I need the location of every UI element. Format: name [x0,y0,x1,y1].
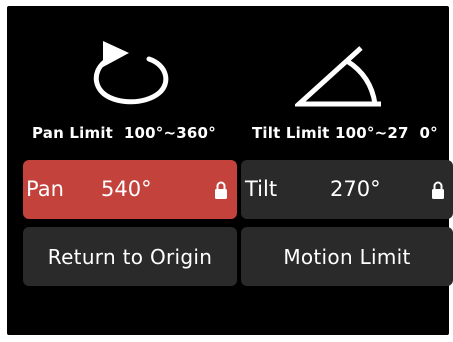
pan-tile[interactable]: Pan 540° [23,160,237,219]
motion-limit-label: Motion Limit [283,245,411,269]
motion-limit-button[interactable]: Motion Limit [241,227,453,286]
tilt-tile[interactable]: Tilt 270° [241,160,453,219]
tilt-limit-label: Tilt Limit 100°~27 0° [252,124,438,142]
pan-tile-value: 540° [101,177,152,201]
tilt-tile-value: 270° [330,177,381,201]
return-to-origin-button[interactable]: Return to Origin [23,227,237,286]
return-to-origin-label: Return to Origin [47,245,213,269]
pan-rotate-icon [93,41,169,105]
pan-tile-label: Pan [26,177,64,201]
tilt-angle-icon [295,46,381,107]
device-screen: Pan Limit 100°~360° Tilt Limit 100°~27 0… [7,6,453,335]
tilt-tile-label: Tilt [245,177,278,201]
lock-icon[interactable] [431,180,445,200]
lock-icon[interactable] [214,180,228,200]
pan-limit-label: Pan Limit 100°~360° [32,124,216,142]
